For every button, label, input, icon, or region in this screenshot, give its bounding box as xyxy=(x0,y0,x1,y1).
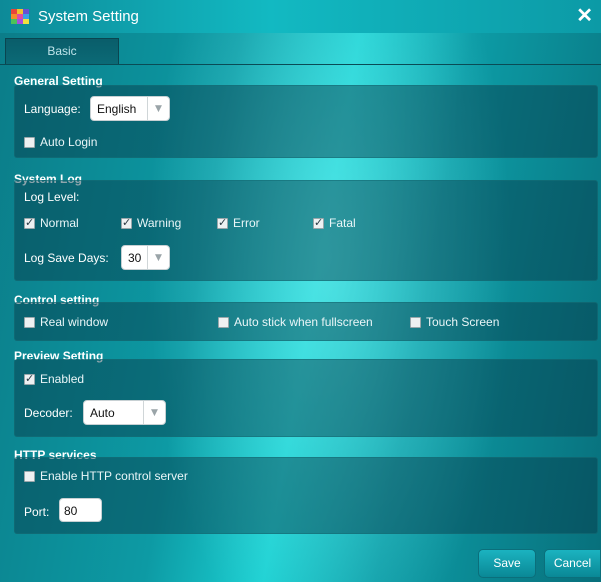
title-bar: System Setting ✕ xyxy=(0,0,601,33)
checkbox-box xyxy=(410,316,421,328)
checkbox-box xyxy=(121,216,132,229)
log-save-days-label: Log Save Days: xyxy=(24,251,109,265)
chevron-down-icon: ▼ xyxy=(147,97,169,120)
auto-stick-label: Auto stick when fullscreen xyxy=(234,315,373,329)
save-button[interactable]: Save xyxy=(478,549,536,578)
decoder-label: Decoder: xyxy=(24,406,73,420)
enable-http-checkbox[interactable]: Enable HTTP control server xyxy=(24,469,188,483)
checkbox-box xyxy=(313,216,324,229)
chevron-down-icon: ▼ xyxy=(147,246,169,269)
preview-enabled-checkbox[interactable]: Enabled xyxy=(24,372,84,386)
log-level-fatal-label: Fatal xyxy=(329,216,356,230)
tab-bar: Basic xyxy=(0,38,601,65)
checkbox-box xyxy=(24,372,35,385)
log-level-error-label: Error xyxy=(233,216,260,230)
real-window-label: Real window xyxy=(40,315,109,329)
language-label: Language: xyxy=(24,102,81,116)
log-level-normal-label: Normal xyxy=(40,216,79,230)
chevron-down-icon: ▼ xyxy=(143,401,165,424)
log-save-days-select[interactable]: 30 ▼ xyxy=(121,245,170,270)
preview-enabled-label: Enabled xyxy=(40,372,85,386)
close-icon[interactable]: ✕ xyxy=(576,4,593,28)
log-save-days-value: 30 xyxy=(128,251,142,265)
auto-login-label: Auto Login xyxy=(40,135,98,149)
checkbox-box xyxy=(24,216,35,229)
window-title: System Setting xyxy=(38,8,139,25)
checkbox-box xyxy=(24,470,35,482)
log-level-normal-checkbox[interactable]: Normal xyxy=(24,216,79,230)
log-level-error-checkbox[interactable]: Error xyxy=(217,216,260,230)
control-setting-panel: Real window Auto stick when fullscreen T… xyxy=(14,302,598,341)
app-icon xyxy=(11,9,29,25)
general-setting-panel: Language: English ▼ Auto Login xyxy=(14,85,598,158)
system-log-panel: Log Level: Normal Warning Error Fatal Lo… xyxy=(14,180,598,281)
http-services-panel: Enable HTTP control server Port: 80 xyxy=(14,457,598,534)
log-level-warning-checkbox[interactable]: Warning xyxy=(121,216,181,230)
checkbox-box xyxy=(217,216,228,229)
log-level-label: Log Level: xyxy=(24,190,80,204)
checkbox-box xyxy=(24,316,35,328)
tab-basic[interactable]: Basic xyxy=(5,38,119,64)
checkbox-box xyxy=(218,316,229,328)
checkbox-box xyxy=(24,136,35,148)
decoder-value: Auto xyxy=(90,406,115,420)
system-setting-window: System Setting ✕ Basic General Setting L… xyxy=(0,0,601,582)
port-input[interactable]: 80 xyxy=(59,498,102,522)
auto-stick-checkbox[interactable]: Auto stick when fullscreen xyxy=(218,315,373,329)
language-select[interactable]: English ▼ xyxy=(90,96,170,121)
port-label: Port: xyxy=(24,505,50,519)
touch-screen-label: Touch Screen xyxy=(426,315,500,329)
enable-http-label: Enable HTTP control server xyxy=(40,469,188,483)
preview-setting-panel: Enabled Decoder: Auto ▼ xyxy=(14,359,598,437)
log-level-warning-label: Warning xyxy=(137,216,182,230)
real-window-checkbox[interactable]: Real window xyxy=(24,315,108,329)
cancel-button[interactable]: Cancel xyxy=(544,549,601,578)
touch-screen-checkbox[interactable]: Touch Screen xyxy=(410,315,499,329)
log-level-fatal-checkbox[interactable]: Fatal xyxy=(313,216,356,230)
auto-login-checkbox[interactable]: Auto Login xyxy=(24,135,97,149)
language-value: English xyxy=(97,102,137,116)
decoder-select[interactable]: Auto ▼ xyxy=(83,400,166,425)
